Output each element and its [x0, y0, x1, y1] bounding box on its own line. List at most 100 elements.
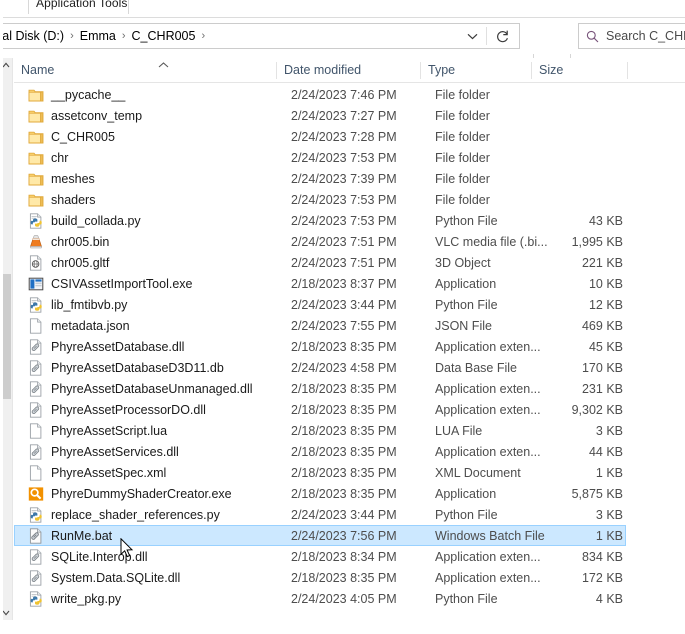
column-header-name-label: Name [21, 63, 55, 77]
table-row[interactable]: PhyreAssetProcessorDO.dll 2/18/2023 8:35 … [14, 399, 626, 420]
table-row[interactable]: System.Data.SQLite.dll 2/18/2023 8:35 PM A… [14, 567, 626, 588]
3d-object-icon [28, 254, 44, 271]
breadcrumb-item-emma[interactable]: Emma [77, 27, 119, 45]
column-header-date-modified[interactable]: Date modified [277, 58, 420, 82]
file-name-label: PhyreAssetDatabaseUnmanaged.dll [51, 381, 253, 396]
table-row[interactable]: build_collada.py 2/24/2023 7:53 PM Python … [14, 210, 626, 231]
file-size-cell: 170 KB [581, 360, 623, 375]
file-type-cell: Application exten... [435, 402, 541, 417]
file-date-modified-cell: 2/24/2023 7:46 PM [291, 87, 397, 102]
file-type-cell: XML Document [435, 465, 521, 480]
blank-file-icon [28, 422, 44, 439]
breadcrumb-separator-icon: › [201, 30, 206, 42]
file-date-modified-cell: 2/18/2023 8:35 PM [291, 465, 397, 480]
column-header-type[interactable]: Type [421, 58, 531, 82]
table-row[interactable]: PhyreAssetDatabase.dll 2/18/2023 8:35 PM A… [14, 336, 626, 357]
file-size-cell [545, 148, 627, 167]
file-name-label: __pycache__ [51, 87, 126, 102]
table-row[interactable]: chr 2/24/2023 7:53 PM File folder [14, 147, 626, 168]
table-row[interactable]: lib_fmtibvb.py 2/24/2023 3:44 PM Python Fi… [14, 294, 626, 315]
file-date-modified-cell: 2/24/2023 7:53 PM [291, 192, 397, 207]
file-size-cell: 9,302 KB [571, 402, 623, 417]
table-row[interactable]: PhyreAssetDatabaseD3D11.db 2/24/2023 4:58… [14, 357, 626, 378]
file-size-cell: 1,995 KB [571, 234, 623, 249]
file-type-cell: File folder [435, 150, 490, 165]
file-type-cell: LUA File [435, 423, 483, 438]
dll-file-icon [28, 359, 44, 376]
table-row[interactable]: write_pkg.py 2/24/2023 4:05 PM Python File… [14, 588, 626, 609]
file-size-cell: 4 KB [595, 591, 623, 606]
file-name-label: write_pkg.py [51, 591, 122, 606]
chevron-down-icon[interactable] [459, 24, 485, 48]
file-name-cell: RunMe.bat [28, 526, 283, 545]
column-header-size[interactable]: Size [532, 58, 627, 82]
file-size-cell: 231 KB [581, 381, 623, 396]
file-date-modified-cell: 2/24/2023 7:28 PM [291, 129, 397, 144]
file-name-cell: chr005.gltf [28, 253, 283, 272]
file-name-label: PhyreAssetSpec.xml [51, 465, 167, 480]
search-placeholder-text: Search C_CHR [606, 29, 685, 43]
table-row[interactable]: PhyreAssetDatabaseUnmanaged.dll 2/18/2023… [14, 378, 626, 399]
file-size-cell: 44 KB [588, 444, 623, 459]
file-name-label: SQLite.Interop.dll [51, 549, 148, 564]
file-name-label: chr005.gltf [51, 255, 110, 270]
ribbon-tab-application-tools[interactable]: Application Tools [36, 0, 128, 10]
column-header-name[interactable]: Name [14, 58, 276, 82]
file-name-label: chr005.bin [51, 234, 110, 249]
file-type-cell: Windows Batch File [435, 528, 545, 543]
file-name-label: PhyreAssetServices.dll [51, 444, 179, 459]
magnifier-app-icon [28, 486, 44, 502]
column-divider[interactable] [627, 62, 628, 79]
folder-icon [28, 87, 44, 103]
column-header-size-label: Size [539, 63, 564, 77]
file-date-modified-cell: 2/24/2023 7:56 PM [291, 528, 397, 543]
column-header-bar: Name Date modified Type Size [14, 58, 685, 83]
python-file-icon [28, 212, 44, 229]
file-type-cell: Application exten... [435, 381, 541, 396]
table-row[interactable]: metadata.json 2/24/2023 7:55 PM JSON File 4… [14, 315, 626, 336]
table-row[interactable]: shaders 2/24/2023 7:53 PM File folder [14, 189, 626, 210]
table-row[interactable]: CSIVAssetImportTool.exe 2/18/2023 8:37 PM… [14, 273, 626, 294]
file-size-cell: 834 KB [581, 549, 623, 564]
table-row[interactable]: C_CHR005 2/24/2023 7:28 PM File folder [14, 126, 626, 147]
file-type-cell: Python File [435, 213, 498, 228]
file-name-cell: build_collada.py [28, 211, 283, 230]
table-row[interactable]: PhyreDummyShaderCreator.exe 2/18/2023 8:3… [14, 483, 626, 504]
table-row[interactable]: assetconv_temp 2/24/2023 7:27 PM File fold… [14, 105, 626, 126]
application-icon [28, 276, 44, 292]
file-size-cell [545, 190, 627, 209]
file-name-cell: replace_shader_references.py [28, 505, 283, 524]
table-row-selected[interactable]: RunMe.bat 2/24/2023 7:56 PM Windows Batch … [14, 525, 626, 546]
search-box[interactable]: Search C_CHR [578, 23, 685, 49]
breadcrumb-item-c-chr005[interactable]: C_CHR005 [129, 27, 199, 45]
file-type-cell: VLC media file (.bi... [435, 234, 548, 249]
table-row[interactable]: chr005.bin 2/24/2023 7:51 PM VLC media fil… [14, 231, 626, 252]
table-row[interactable]: PhyreAssetSpec.xml 2/18/2023 8:35 PM XML D… [14, 462, 626, 483]
table-row[interactable]: __pycache__ 2/24/2023 7:46 PM File folder [14, 84, 626, 105]
file-name-cell: PhyreAssetServices.dll [28, 442, 283, 461]
file-size-cell: 43 KB [588, 213, 623, 228]
file-date-modified-cell: 2/24/2023 7:39 PM [291, 171, 397, 186]
table-row[interactable]: chr005.gltf 2/24/2023 7:51 PM 3D Object 221… [14, 252, 626, 273]
table-row[interactable]: PhyreAssetScript.lua 2/18/2023 8:35 PM LUA… [14, 420, 626, 441]
file-list[interactable]: __pycache__ 2/24/2023 7:46 PM File folder a… [14, 84, 685, 620]
table-row[interactable]: PhyreAssetServices.dll 2/18/2023 8:35 PM A… [14, 441, 626, 462]
search-icon [586, 30, 599, 43]
ribbon-divider-right [128, 0, 129, 14]
breadcrumb-bar[interactable]: cal Disk (D:) › Emma › C_CHR005 › [0, 23, 520, 49]
file-name-cell: __pycache__ [28, 85, 283, 104]
file-type-cell: JSON File [435, 318, 492, 333]
refresh-icon[interactable] [487, 24, 517, 48]
file-name-label: RunMe.bat [51, 528, 113, 543]
file-size-cell: 3 KB [595, 423, 623, 438]
file-name-cell: write_pkg.py [28, 589, 283, 608]
python-file-icon [28, 296, 44, 313]
table-row[interactable]: replace_shader_references.py 2/24/2023 3:… [14, 504, 626, 525]
file-size-cell: 469 KB [581, 318, 623, 333]
file-type-cell: Application exten... [435, 549, 541, 564]
file-name-label: metadata.json [51, 318, 130, 333]
table-row[interactable]: meshes 2/24/2023 7:39 PM File folder [14, 168, 626, 189]
breadcrumb-item-drive[interactable]: cal Disk (D:) [0, 27, 67, 45]
folder-icon [28, 192, 44, 208]
table-row[interactable]: SQLite.Interop.dll 2/18/2023 8:34 PM Appli… [14, 546, 626, 567]
